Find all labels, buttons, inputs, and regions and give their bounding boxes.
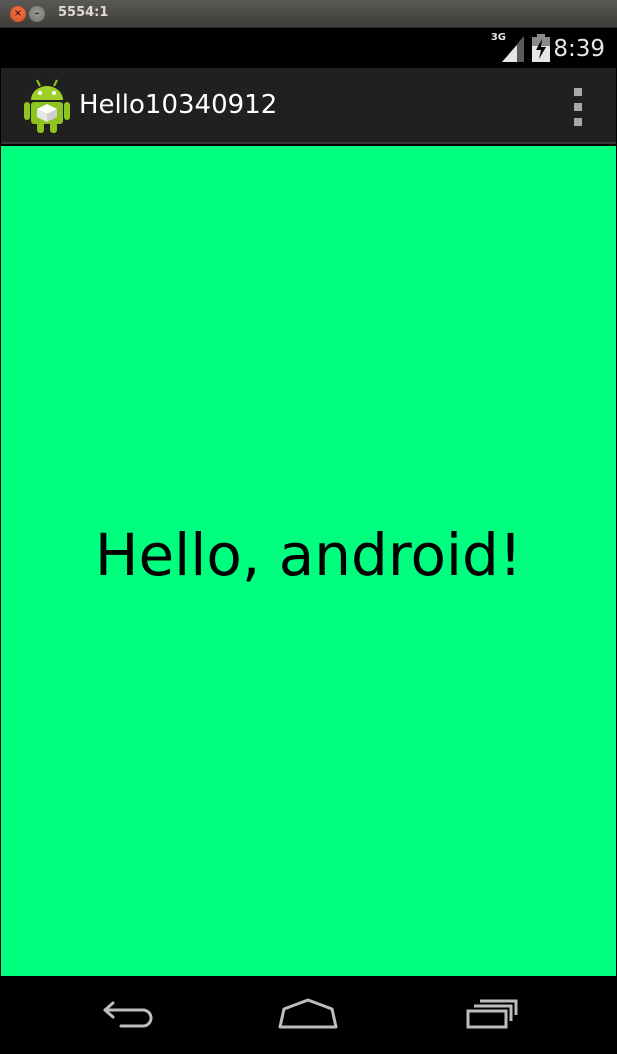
- android-screen: 3G 8:39 Hello10340912 Hello, android!: [1, 28, 616, 1052]
- action-bar: Hello10340912: [1, 68, 616, 144]
- navigation-bar: [1, 976, 616, 1052]
- home-button[interactable]: [273, 994, 343, 1034]
- signal-3g-icon: [502, 36, 524, 62]
- close-icon: ×: [13, 8, 23, 19]
- home-icon: [278, 998, 338, 1029]
- battery-charging-icon: [532, 34, 550, 62]
- overflow-dot: [574, 118, 582, 126]
- minimize-icon: –: [34, 8, 40, 19]
- back-icon: [103, 1001, 153, 1028]
- status-bar: 3G 8:39: [1, 28, 616, 68]
- overflow-menu-icon[interactable]: [570, 88, 586, 126]
- app-title: Hello10340912: [79, 90, 278, 120]
- back-button[interactable]: [94, 994, 164, 1034]
- overflow-dot: [574, 88, 582, 96]
- emulator-window-titlebar: × – 5554:1: [0, 0, 617, 28]
- overflow-dot: [574, 103, 582, 111]
- window-minimize-button[interactable]: –: [29, 6, 45, 22]
- recent-apps-button[interactable]: [453, 994, 523, 1034]
- hello-text: Hello, android!: [94, 521, 523, 589]
- recent-apps-icon: [466, 999, 518, 1029]
- android-robot-icon[interactable]: [23, 78, 71, 134]
- main-content: Hello, android!: [1, 146, 616, 976]
- window-close-button[interactable]: ×: [10, 6, 26, 22]
- status-clock: 8:39: [553, 36, 605, 62]
- window-title: 5554:1: [58, 5, 109, 20]
